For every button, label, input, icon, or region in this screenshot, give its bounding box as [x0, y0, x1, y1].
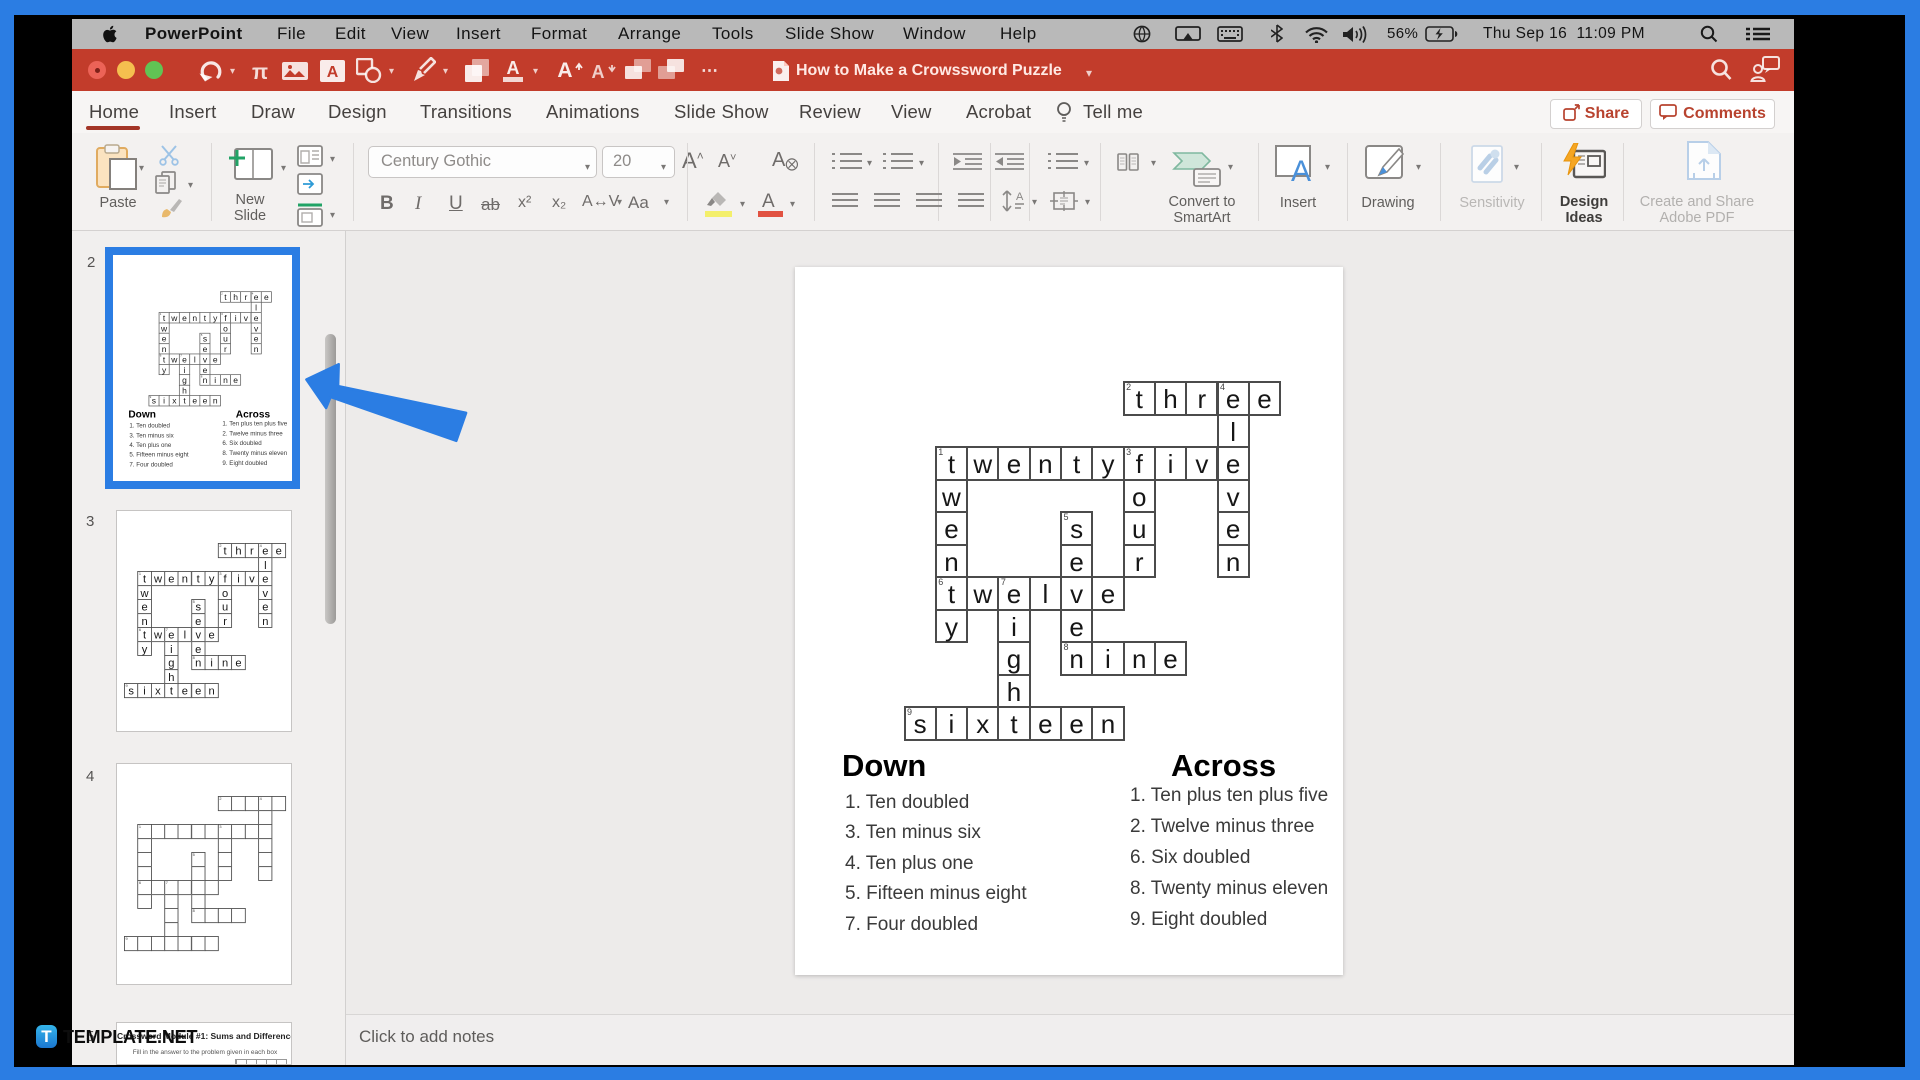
svg-text:A: A: [557, 59, 572, 82]
svg-text:A: A: [327, 64, 339, 81]
svg-text:A: A: [592, 62, 605, 82]
svg-text:A: A: [1291, 155, 1311, 183]
svg-text:A: A: [507, 58, 520, 78]
svg-text:A: A: [1016, 191, 1024, 203]
